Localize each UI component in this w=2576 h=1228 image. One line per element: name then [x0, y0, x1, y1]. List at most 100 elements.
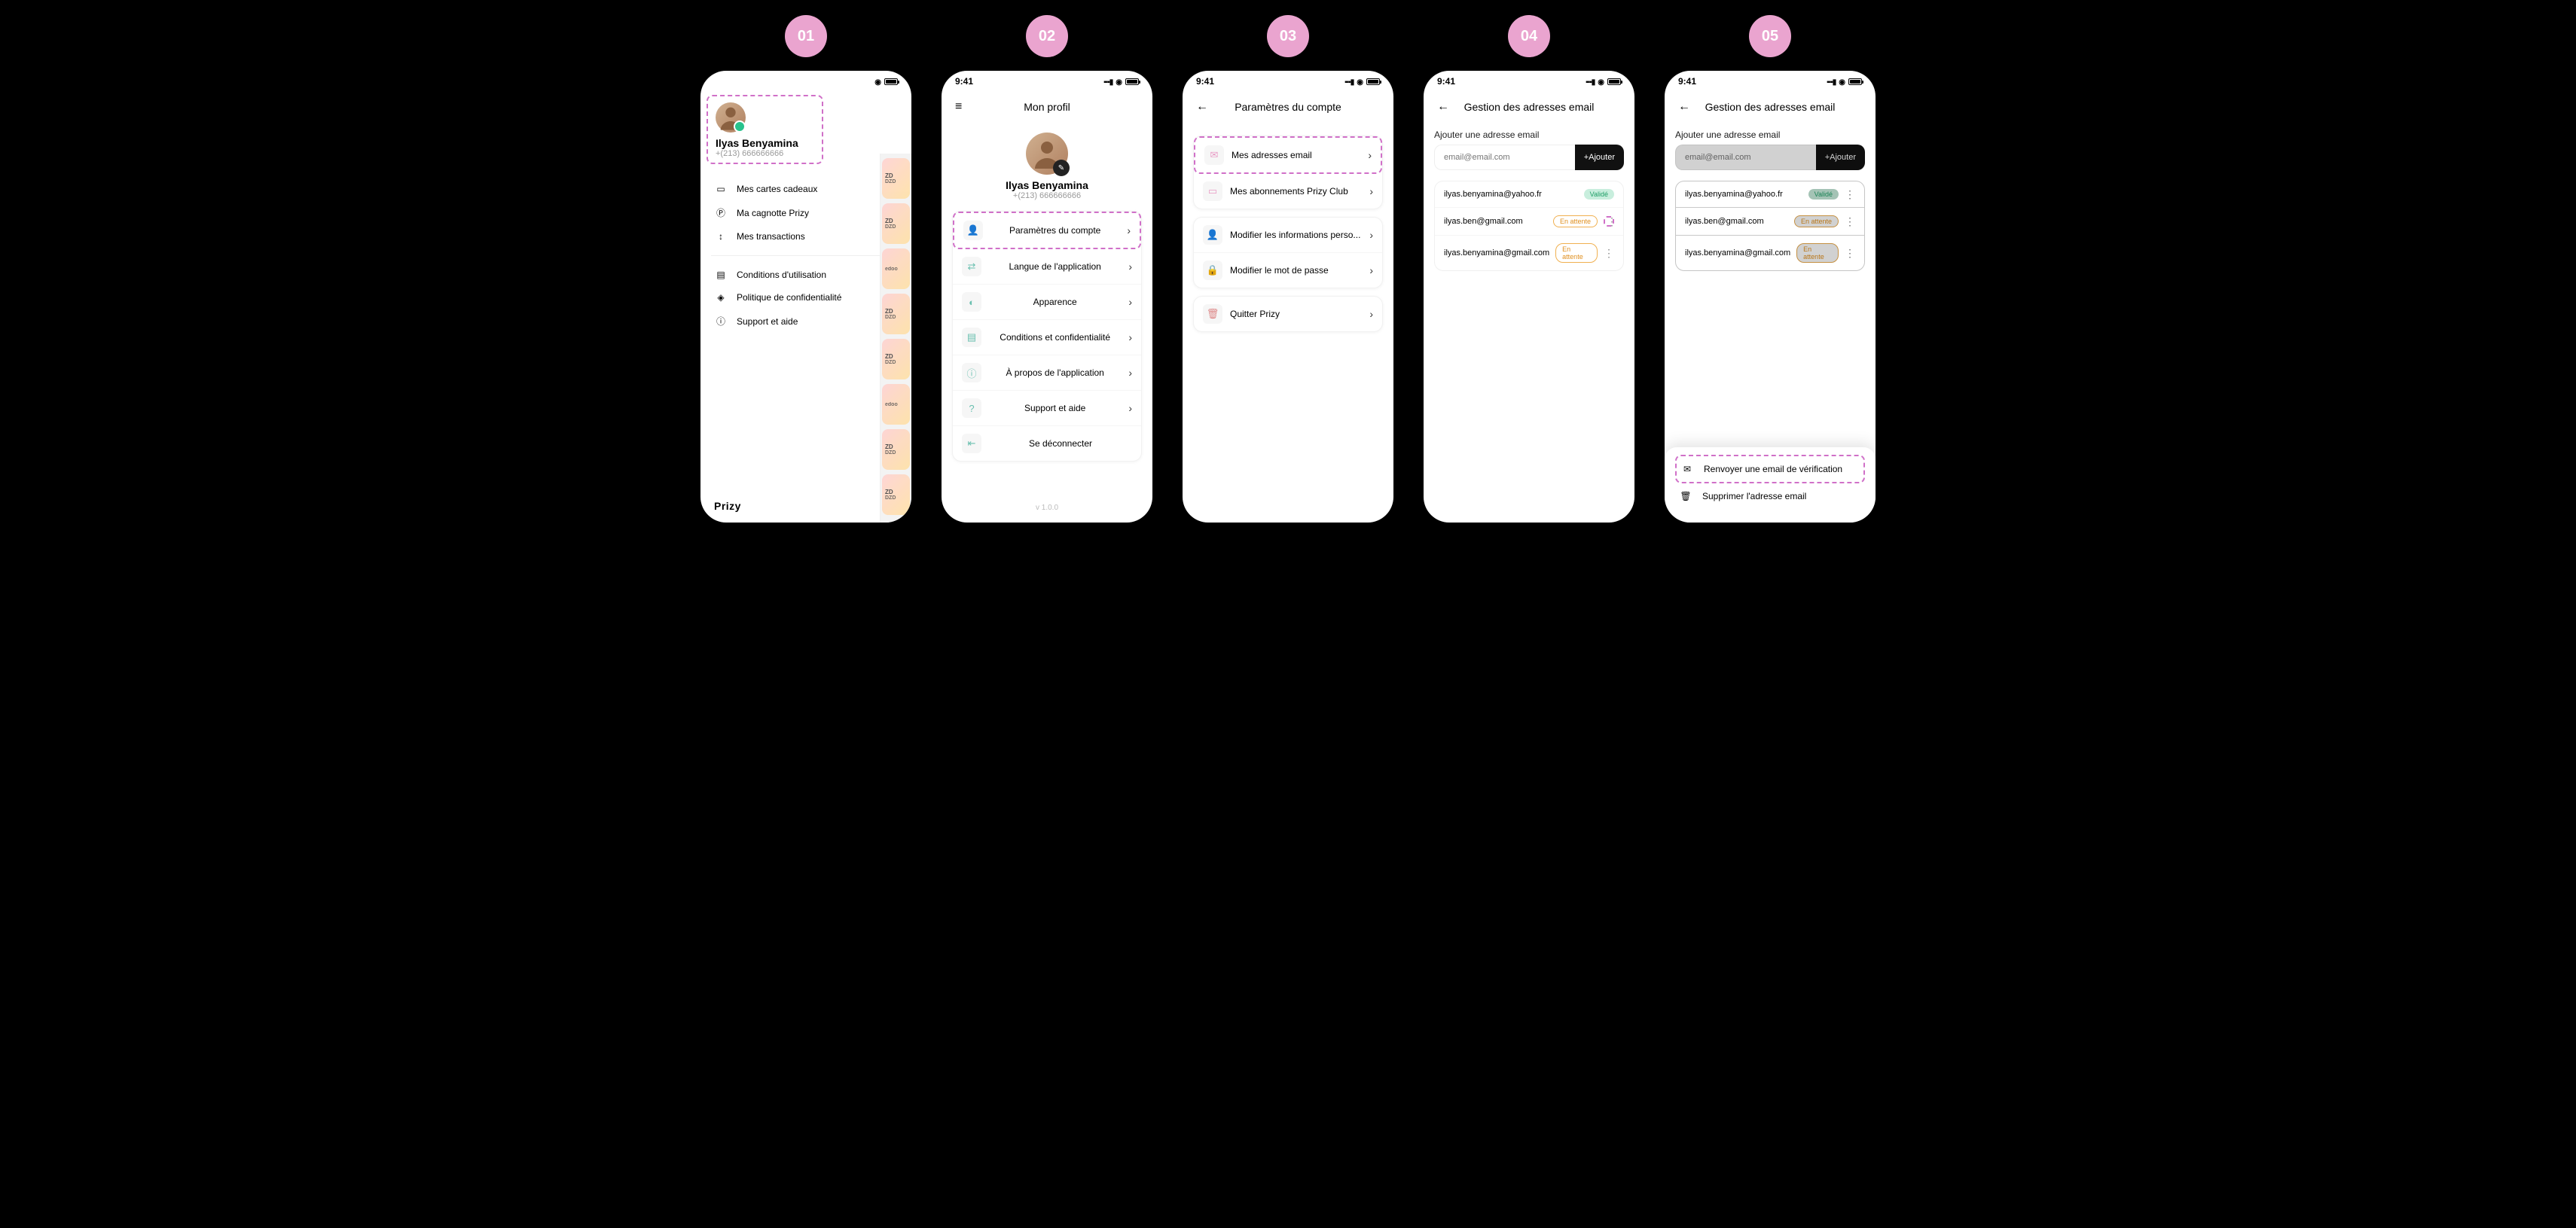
- info-icon: ⓘ: [714, 315, 728, 328]
- sidebar-item[interactable]: ▭Mes cartes cadeaux: [711, 178, 901, 200]
- menu-icon[interactable]: ≡: [955, 100, 962, 114]
- phone-screen-1: ZDDZDZDDZDedooZDDZDZDDZDedooZDDZDZDDZD I…: [700, 71, 911, 523]
- background-cards-strip: ZDDZDZDDZDedooZDDZDZDDZDedooZDDZDZDDZD: [880, 154, 911, 523]
- user-name: Ilyas Benyamina: [716, 137, 814, 149]
- battery-icon: [884, 78, 898, 85]
- list-item[interactable]: ◐Apparence›: [953, 285, 1141, 320]
- coin-icon: Ⓟ: [714, 206, 728, 219]
- profile-header-highlight[interactable]: Ilyas Benyamina +(213) 666666666: [707, 95, 823, 164]
- mail-icon: ✉: [1204, 145, 1224, 165]
- brand-logo: Prizy: [714, 500, 741, 512]
- chevron-right-icon: ›: [1369, 264, 1373, 276]
- phone-screen-2: 9:41 ≡ Mon profil ✎ Ilyas Benyamina +(21…: [942, 71, 1152, 523]
- list-item-label: Paramètres du compte: [990, 225, 1119, 236]
- step-badge-01: 01: [785, 15, 827, 57]
- trash-icon: 🗑: [1678, 491, 1693, 501]
- add-email-label: Ajouter une adresse email: [1434, 130, 1624, 140]
- email-input[interactable]: [1675, 145, 1816, 170]
- email-input[interactable]: [1434, 145, 1575, 170]
- step-badge-03: 03: [1267, 15, 1309, 57]
- add-email-label: Ajouter une adresse email: [1675, 130, 1865, 140]
- lock-icon: 🔒: [1203, 261, 1222, 280]
- doc-icon: ▤: [714, 270, 728, 280]
- add-button[interactable]: +Ajouter: [1575, 145, 1624, 170]
- battery-icon: [1366, 78, 1380, 85]
- more-dots-icon[interactable]: ⋮: [1604, 249, 1614, 257]
- logout-icon: ⇤: [962, 434, 981, 453]
- background-card: edoo: [882, 384, 910, 425]
- list-item-label: Conditions et confidentialité: [989, 332, 1121, 343]
- list-item[interactable]: ✉Mes adresses email›: [1194, 136, 1382, 174]
- email-address: ilyas.benyamina@yahoo.fr: [1685, 190, 1802, 199]
- info-icon: ⓘ: [962, 363, 981, 382]
- list-item[interactable]: ⇄Langue de l'application›: [953, 249, 1141, 285]
- user-phone: +(213) 666666666: [716, 149, 814, 158]
- sidebar-item[interactable]: ▤Conditions d'utilisation: [711, 264, 901, 286]
- list-item[interactable]: ▤Conditions et confidentialité›: [953, 320, 1141, 355]
- list-item-label: Modifier le mot de passe: [1230, 265, 1362, 276]
- add-email-row: +Ajouter: [1434, 145, 1624, 170]
- list-item[interactable]: ▭Mes abonnements Prizy Club›: [1194, 174, 1382, 209]
- email-address: ilyas.benyamina@gmail.com: [1685, 248, 1790, 257]
- list-item[interactable]: 👤Modifier les informations perso...›: [1194, 218, 1382, 253]
- chevron-right-icon: ›: [1128, 261, 1132, 273]
- email-row: ilyas.benyamina@yahoo.frValidé: [1435, 181, 1623, 208]
- background-card: ZDDZD: [882, 429, 910, 470]
- sidebar-item[interactable]: ◈Politique de confidentialité: [711, 286, 901, 309]
- background-card: ZDDZD: [882, 294, 910, 334]
- status-badge: Validé: [1808, 189, 1839, 200]
- status-badge: En attente: [1794, 215, 1839, 227]
- list-item[interactable]: ⇤Se déconnecter: [953, 426, 1141, 461]
- back-icon[interactable]: ←: [1437, 100, 1449, 114]
- background-card: ZDDZD: [882, 339, 910, 379]
- page-title: Mon profil: [1024, 101, 1070, 113]
- email-row: ilyas.benyamina@gmail.comEn attente⋮: [1435, 236, 1623, 270]
- sidebar-item[interactable]: ⓅMa cagnotte Prizy: [711, 200, 901, 225]
- more-dots-icon[interactable]: ⋮: [1845, 218, 1855, 225]
- arrows-icon: ↕: [714, 231, 728, 242]
- page-title: Gestion des adresses email: [1464, 101, 1595, 113]
- back-icon[interactable]: ←: [1678, 100, 1690, 114]
- sidebar-item[interactable]: ↕ Mes transactions: [711, 225, 901, 248]
- user-phone: +(213) 666666666: [952, 191, 1142, 200]
- edit-avatar-icon[interactable]: ✎: [1053, 160, 1070, 176]
- list-item-label: Support et aide: [989, 403, 1121, 413]
- user-icon: 👤: [1203, 225, 1222, 245]
- list-item[interactable]: 👤Paramètres du compte›: [953, 212, 1141, 249]
- sidebar-item-label: Mes transactions: [737, 231, 805, 242]
- status-badge: Validé: [1584, 189, 1614, 200]
- list-item[interactable]: 🔒 Modifier le mot de passe ›: [1194, 253, 1382, 288]
- back-icon[interactable]: ←: [1196, 100, 1208, 114]
- status-badge: En attente: [1555, 243, 1598, 263]
- add-button[interactable]: +Ajouter: [1816, 145, 1865, 170]
- more-dots-icon[interactable]: ⋮: [1604, 216, 1614, 227]
- more-dots-icon[interactable]: ⋮: [1845, 190, 1855, 198]
- shield-icon: ◈: [714, 292, 728, 303]
- email-row: ilyas.ben@gmail.comEn attente⋮: [1676, 208, 1864, 236]
- step-badge-04: 04: [1508, 15, 1550, 57]
- battery-icon: [1607, 78, 1621, 85]
- list-item[interactable]: 🗑Quitter Prizy›: [1194, 297, 1382, 331]
- list-item[interactable]: ?Support et aide›: [953, 391, 1141, 426]
- avatar[interactable]: ✎: [1026, 133, 1068, 175]
- sheet-item[interactable]: 🗑Supprimer l'adresse email: [1675, 483, 1865, 509]
- sheet-item[interactable]: ✉Renvoyer une email de vérification: [1675, 455, 1865, 483]
- action-sheet: ✉Renvoyer une email de vérification🗑Supp…: [1665, 447, 1876, 523]
- header: ≡ Mon profil: [942, 92, 1152, 122]
- signal-icon: [1586, 76, 1595, 87]
- more-dots-icon[interactable]: ⋮: [1845, 249, 1855, 257]
- list-item[interactable]: ⓘÀ propos de l'application›: [953, 355, 1141, 391]
- lang-icon: ⇄: [962, 257, 981, 276]
- sidebar-item[interactable]: ⓘSupport et aide: [711, 309, 901, 334]
- menu-divider: [711, 255, 901, 256]
- chevron-right-icon: ›: [1128, 331, 1132, 343]
- avatar[interactable]: [716, 102, 746, 133]
- battery-icon: [1848, 78, 1862, 85]
- status-time: 9:41: [1437, 76, 1455, 87]
- list-item-label: Mes abonnements Prizy Club: [1230, 186, 1362, 197]
- status-time: 9:41: [955, 76, 973, 87]
- user-icon: 👤: [963, 221, 983, 240]
- phone-screen-4: 9:41 ← Gestion des adresses email Ajoute…: [1424, 71, 1634, 523]
- wifi-icon: [1839, 76, 1845, 87]
- status-time: 9:41: [1196, 76, 1214, 87]
